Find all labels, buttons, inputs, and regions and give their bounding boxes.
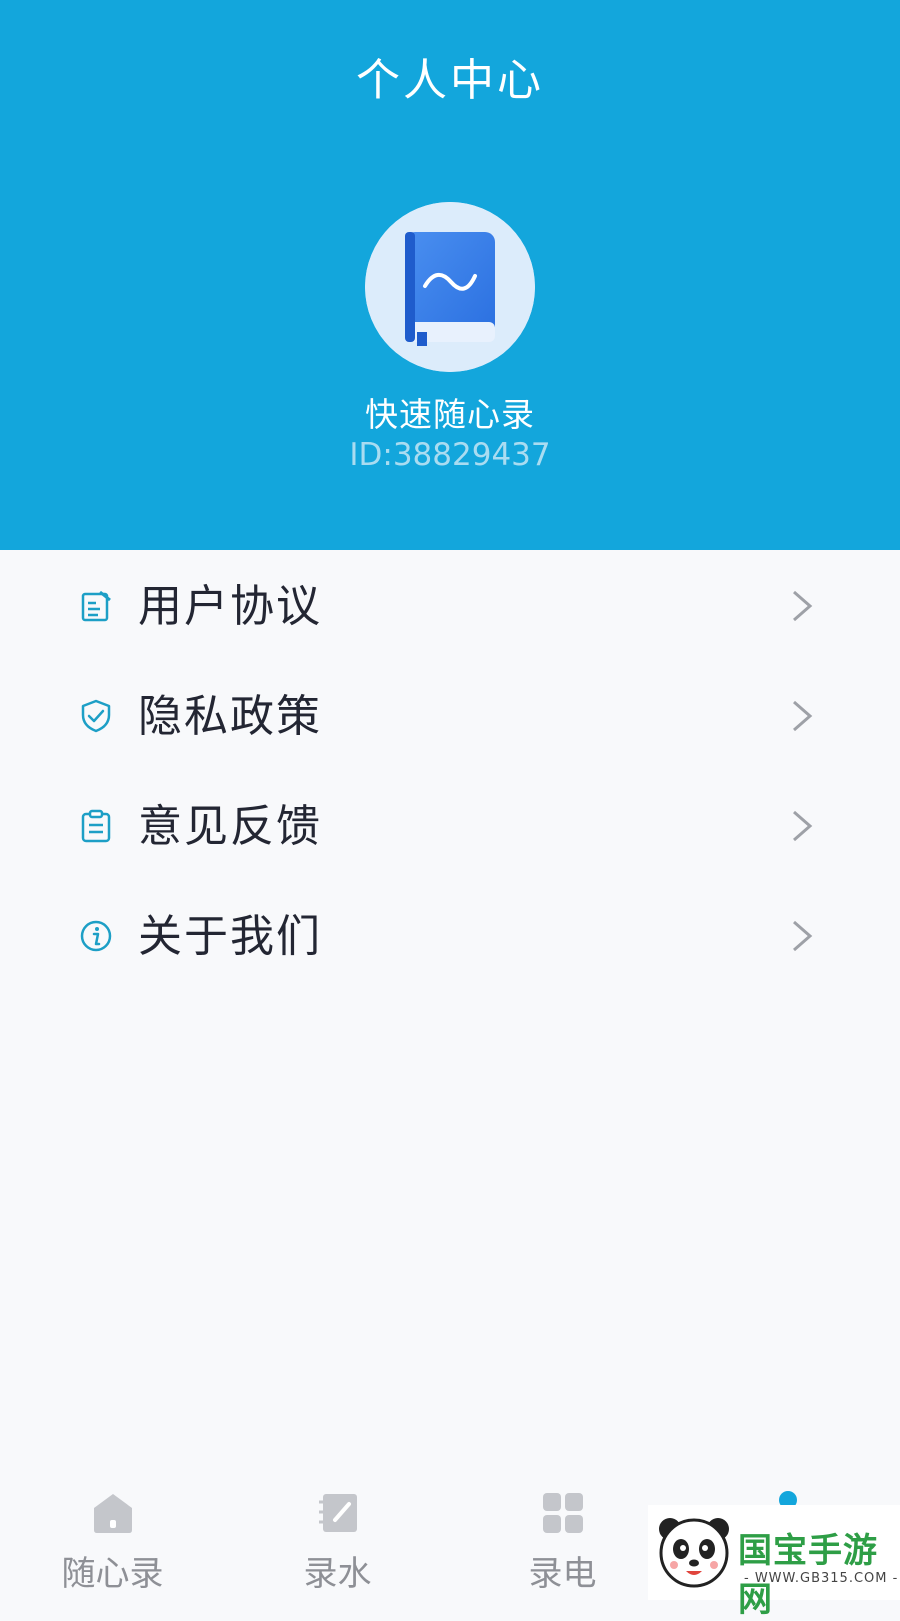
menu-item-privacy-policy[interactable]: 隐私政策 (0, 660, 900, 770)
page-title: 个人中心 (356, 55, 544, 106)
chevron-right-icon (790, 808, 814, 844)
tab-label: 随心录 (61, 1554, 164, 1594)
edit-document-icon (78, 588, 114, 624)
profile-header: 个人中心 快速随心录 ID:38829437 (0, 0, 900, 550)
tab-label: 录电 (528, 1554, 597, 1594)
menu-label: 意见反馈 (138, 801, 322, 852)
menu-item-about-us[interactable]: 关于我们 (0, 880, 900, 990)
tab-electric[interactable]: 录电 (450, 1468, 675, 1600)
menu-label: 用户协议 (138, 581, 322, 632)
user-id: ID:38829437 (349, 437, 551, 473)
menu-label: 隐私政策 (138, 691, 322, 742)
app-name: 快速随心录 (365, 395, 535, 434)
panda-icon (659, 1518, 729, 1588)
tab-label: 录水 (303, 1554, 372, 1594)
tab-home[interactable]: 随心录 (0, 1468, 225, 1600)
grid-icon (540, 1490, 586, 1536)
menu-item-user-agreement[interactable]: 用户协议 (0, 550, 900, 660)
avatar[interactable] (365, 202, 535, 372)
watermark-url: - WWW.GB315.COM - (744, 1571, 899, 1586)
notebook-pen-icon (315, 1490, 361, 1536)
chevron-right-icon (790, 698, 814, 734)
book-icon (365, 202, 535, 372)
shield-check-icon (78, 698, 114, 734)
clipboard-icon (78, 808, 114, 844)
tab-water[interactable]: 录水 (225, 1468, 450, 1600)
chevron-right-icon (790, 918, 814, 954)
info-icon (78, 918, 114, 954)
menu-label: 关于我们 (138, 911, 322, 962)
menu-item-feedback[interactable]: 意见反馈 (0, 770, 900, 880)
chevron-right-icon (790, 588, 814, 624)
home-icon (90, 1490, 136, 1536)
watermark-logo: 国宝手游网 - WWW.GB315.COM - (648, 1505, 900, 1620)
settings-menu: 用户协议 隐私政策 意见反馈 关于我们 (0, 550, 900, 990)
